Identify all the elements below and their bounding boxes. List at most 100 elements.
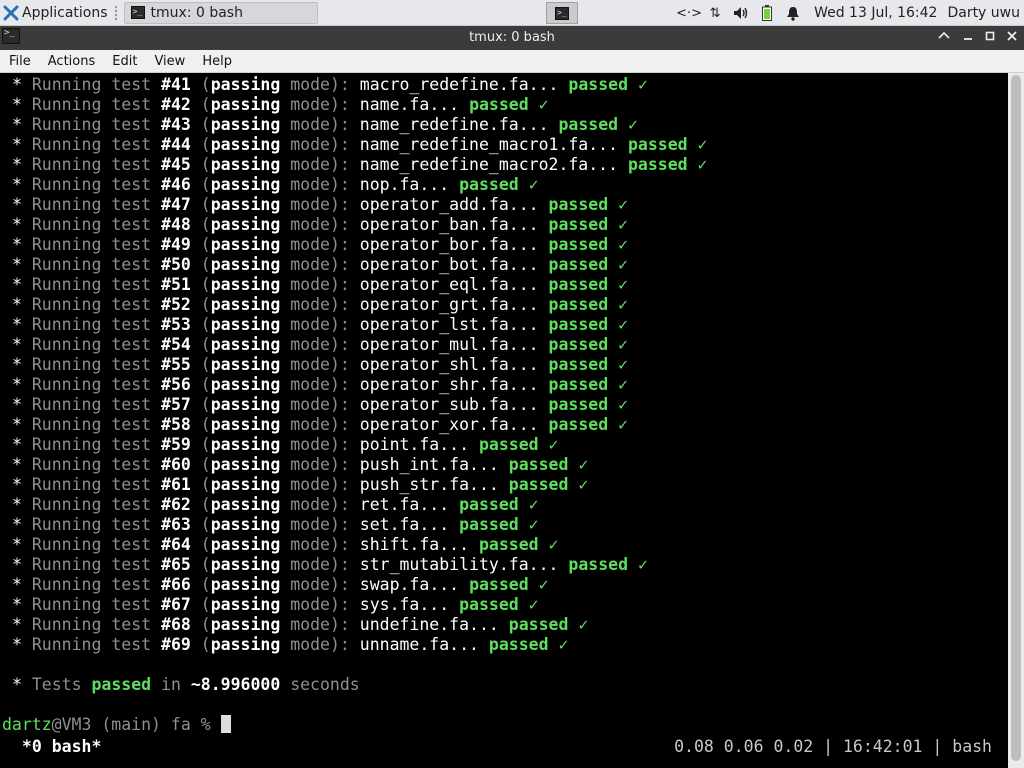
menu-actions[interactable]: Actions <box>39 54 104 69</box>
test-file: operator_bot.fa <box>359 255 509 274</box>
test-line: * Running test #64 (passing mode): shift… <box>12 535 559 554</box>
mode-label: passing <box>210 415 281 434</box>
test-number: #53 <box>161 315 191 334</box>
network-arrows-icon[interactable]: <·> <box>676 4 702 22</box>
test-file: operator_grt.fa <box>359 295 509 314</box>
applications-menu[interactable]: Applications <box>0 0 112 26</box>
test-file: operator_shl.fa <box>359 355 509 374</box>
test-line: * Running test #58 (passing mode): opera… <box>12 415 629 434</box>
tmux-window-list[interactable]: *0 bash* <box>12 737 101 756</box>
check-icon: ✓ <box>628 115 638 134</box>
minimize-icon[interactable] <box>958 28 978 48</box>
mode-suffix: mode <box>290 555 330 574</box>
test-line: * Running test #69 (passing mode): unnam… <box>12 635 569 654</box>
menu-help[interactable]: Help <box>193 54 240 69</box>
summary-in-word: in <box>161 675 181 694</box>
passed-label: passed <box>459 175 519 194</box>
test-file: operator_xor.fa <box>359 415 509 434</box>
check-icon: ✓ <box>528 515 539 534</box>
check-icon: ✓ <box>578 455 589 474</box>
bell-icon[interactable] <box>784 4 802 22</box>
summary-tests-word: Tests <box>31 675 82 694</box>
window-titlebar[interactable]: >_ tmux: 0 bash <box>0 26 1024 50</box>
ellipsis: ... <box>419 175 450 194</box>
test-file: swap.fa <box>359 575 430 594</box>
running-test-label: Running test <box>31 395 152 414</box>
mode-label: passing <box>210 215 281 234</box>
close-icon[interactable] <box>1002 28 1022 48</box>
ellipsis: ... <box>439 435 470 454</box>
test-number: #51 <box>161 275 191 294</box>
user-menu[interactable]: Darty uwu <box>947 5 1020 21</box>
ellipsis: ... <box>419 495 450 514</box>
check-icon: ✓ <box>618 375 629 394</box>
line-star: * <box>12 295 22 314</box>
terminal-icon: >_ <box>130 6 145 19</box>
test-file: point.fa <box>359 435 440 454</box>
line-star: * <box>12 595 22 614</box>
maximize-icon[interactable] <box>980 28 1000 48</box>
test-number: #47 <box>161 195 191 214</box>
test-number: #42 <box>161 95 191 114</box>
check-icon: ✓ <box>618 355 629 374</box>
mode-label: passing <box>210 275 281 294</box>
terminal-output[interactable]: * Running test #41 (passing mode): macro… <box>0 73 1008 768</box>
xfce-mouse-icon <box>3 5 19 20</box>
test-file: str_mutability.fa <box>359 555 529 574</box>
running-test-label: Running test <box>31 195 152 214</box>
ellipsis: ... <box>449 635 479 654</box>
mode-suffix: mode <box>290 335 330 354</box>
text-cursor[interactable] <box>220 715 231 733</box>
check-icon: ✓ <box>618 395 629 414</box>
mode-label: passing <box>210 175 281 194</box>
minimize-up-icon[interactable] <box>934 28 954 48</box>
menu-edit[interactable]: Edit <box>103 54 145 69</box>
test-line: * Running test #54 (passing mode): opera… <box>12 335 629 354</box>
test-line: * Running test #60 (passing mode): push_… <box>12 455 589 474</box>
running-test-label: Running test <box>31 295 152 314</box>
summary-duration: ~8.996000 <box>190 675 281 694</box>
battery-icon[interactable] <box>758 4 776 22</box>
mode-label: passing <box>210 515 281 534</box>
line-star: * <box>12 95 22 114</box>
test-file: ret.fa <box>359 495 420 514</box>
running-test-label: Running test <box>31 355 152 374</box>
test-line: * Running test #52 (passing mode): opera… <box>12 295 629 314</box>
ellipsis: ... <box>429 575 460 594</box>
applications-label: Applications <box>22 4 108 21</box>
shell-prompt[interactable]: dartz@VM3 (main) fa % <box>2 715 231 735</box>
menu-file[interactable]: File <box>0 54 39 69</box>
summary-seconds-word: seconds <box>290 675 360 694</box>
test-file: name.fa <box>359 95 430 114</box>
test-number: #43 <box>161 115 191 134</box>
test-line: * Running test #48 (passing mode): opera… <box>12 215 629 234</box>
mode-suffix: mode <box>290 215 330 234</box>
test-number: #48 <box>161 215 191 234</box>
menu-view[interactable]: View <box>145 54 193 69</box>
mode-label: passing <box>210 155 281 174</box>
ellipsis: ... <box>588 155 619 174</box>
line-star: * <box>12 435 22 454</box>
volume-icon[interactable] <box>732 4 750 22</box>
terminal-scrollbar[interactable] <box>1008 73 1024 768</box>
summary-passed-word: passed <box>91 675 152 694</box>
scrollbar-thumb[interactable] <box>1011 75 1021 761</box>
prompt-dir: fa <box>170 715 191 734</box>
taskbar-button-terminal[interactable]: >_ tmux: 0 bash <box>123 1 318 24</box>
line-star: * <box>12 115 22 134</box>
updown-arrows-icon[interactable]: ⇅ <box>706 4 724 22</box>
test-number: #68 <box>161 615 191 634</box>
running-test-label: Running test <box>31 175 152 194</box>
workspace-switcher[interactable]: >_ <box>546 2 578 24</box>
passed-label: passed <box>628 135 688 154</box>
test-number: #60 <box>161 455 191 474</box>
test-file: operator_mul.fa <box>359 335 509 354</box>
mode-label: passing <box>210 375 281 394</box>
prompt-symbol: % <box>200 715 211 734</box>
clock[interactable]: Wed 13 Jul, 16:42 <box>814 5 937 21</box>
passed-label: passed <box>459 515 519 534</box>
window-title: tmux: 0 bash <box>469 30 555 45</box>
line-star: * <box>12 195 22 214</box>
passed-label: passed <box>508 615 569 634</box>
passed-label: passed <box>548 355 609 374</box>
